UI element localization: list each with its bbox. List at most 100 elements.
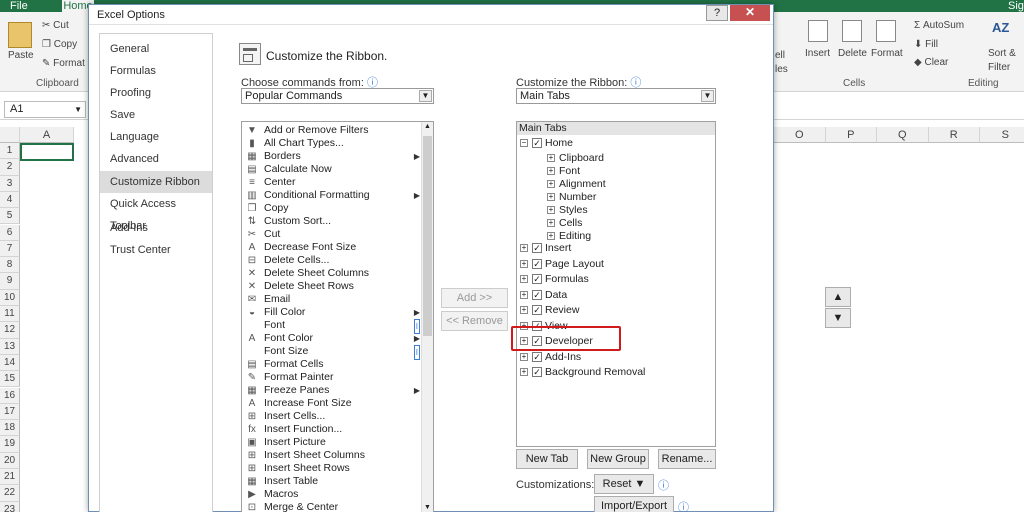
commands-list[interactable]: ▼ Add or Remove Filters ▮ All Chart Types..… bbox=[241, 121, 434, 512]
select-all-corner[interactable] bbox=[0, 127, 20, 143]
tree-item-add-ins[interactable]: + ✓ Add-Ins bbox=[520, 350, 581, 366]
new-group-button[interactable]: New Group bbox=[587, 449, 649, 469]
tree-item-background-removal[interactable]: + ✓ Background Removal bbox=[520, 365, 645, 381]
tree-item-formulas[interactable]: + ✓ Formulas bbox=[520, 272, 589, 288]
command-item[interactable]: ▼ Add or Remove Filters bbox=[244, 124, 422, 137]
row-header-21[interactable]: 21 bbox=[0, 469, 20, 486]
sign-in-link[interactable]: Sig bbox=[1008, 0, 1024, 12]
autosum-button[interactable]: Σ AutoSum bbox=[914, 20, 964, 31]
row-header-20[interactable]: 20 bbox=[0, 452, 20, 469]
name-box[interactable]: A1 ▼ bbox=[4, 101, 86, 118]
tab-checkbox[interactable]: ✓ bbox=[532, 259, 542, 270]
row-header-17[interactable]: 17 bbox=[0, 403, 20, 421]
tab-checkbox[interactable]: ✓ bbox=[532, 243, 542, 254]
row-header-13[interactable]: 13 bbox=[0, 338, 20, 355]
import-export-button[interactable]: Import/Export ▼ bbox=[594, 496, 674, 512]
tab-checkbox[interactable]: ✓ bbox=[532, 352, 542, 363]
command-item[interactable]: ◒ Fill Color ▶ bbox=[244, 306, 422, 319]
remove-button[interactable]: << Remove bbox=[441, 311, 508, 331]
command-item[interactable]: ✉ Email bbox=[244, 293, 422, 306]
column-header-r[interactable]: R bbox=[928, 127, 980, 143]
expand-icon[interactable]: + bbox=[520, 275, 528, 284]
row-header-16[interactable]: 16 bbox=[0, 387, 20, 404]
command-item[interactable]: ▶ Macros bbox=[244, 488, 422, 501]
command-item[interactable]: ❐ Copy bbox=[244, 202, 422, 215]
expand-icon[interactable]: + bbox=[547, 219, 555, 228]
row-header-23[interactable]: 23 bbox=[0, 501, 20, 512]
nav-item-trust-center[interactable]: Trust Center bbox=[100, 239, 212, 261]
command-item[interactable]: fx Insert Function... bbox=[244, 423, 422, 436]
collapse-icon[interactable]: − bbox=[520, 139, 528, 148]
insert-cells-icon[interactable] bbox=[808, 20, 828, 42]
nav-item-general[interactable]: General bbox=[100, 38, 212, 60]
tab-checkbox[interactable]: ✓ bbox=[532, 305, 542, 316]
add-button[interactable]: Add >> bbox=[441, 288, 508, 308]
customize-ribbon-dropdown[interactable]: Main Tabs ▼ bbox=[516, 88, 716, 104]
new-tab-button[interactable]: New Tab bbox=[516, 449, 578, 469]
column-header-o[interactable]: O bbox=[774, 127, 826, 143]
row-header-11[interactable]: 11 bbox=[0, 306, 20, 323]
row-header-15[interactable]: 15 bbox=[0, 371, 20, 388]
row-header-19[interactable]: 19 bbox=[0, 436, 20, 453]
command-item[interactable]: ▤ Format Cells bbox=[244, 358, 422, 371]
rename-button[interactable]: Rename... bbox=[658, 449, 716, 469]
command-item[interactable]: ✕ Delete Sheet Rows bbox=[244, 280, 422, 293]
format-button[interactable]: Format bbox=[871, 48, 903, 59]
reset-button[interactable]: Reset ▼ bbox=[594, 474, 654, 494]
cut-button[interactable]: ✂ Cut bbox=[42, 20, 69, 31]
tree-item-home[interactable]: − ✓ Home bbox=[520, 136, 573, 152]
filter-label[interactable]: Filter bbox=[988, 62, 1010, 73]
row-header-1[interactable]: 1 bbox=[0, 143, 20, 160]
paste-icon[interactable] bbox=[8, 22, 32, 48]
clear-button[interactable]: ◆ Clear bbox=[914, 57, 948, 68]
cell-styles-partial-2[interactable]: les bbox=[775, 64, 788, 75]
help-button[interactable]: ? bbox=[706, 5, 728, 21]
sort-az-icon[interactable]: AZ bbox=[992, 20, 1012, 42]
expand-icon[interactable]: + bbox=[520, 368, 528, 377]
command-item[interactable]: ≡ Center bbox=[244, 176, 422, 189]
commands-scrollbar[interactable]: ▲ ▼ bbox=[421, 122, 433, 512]
nav-item-customize-ribbon[interactable]: Customize Ribbon bbox=[100, 171, 212, 193]
nav-item-language[interactable]: Language bbox=[100, 126, 212, 148]
nav-item-advanced[interactable]: Advanced bbox=[100, 148, 212, 170]
tree-item-review[interactable]: + ✓ Review bbox=[520, 303, 579, 319]
expand-icon[interactable]: + bbox=[520, 244, 528, 253]
nav-item-proofing[interactable]: Proofing bbox=[100, 82, 212, 104]
row-header-5[interactable]: 5 bbox=[0, 208, 20, 225]
column-header-q[interactable]: Q bbox=[877, 127, 929, 143]
format-cells-icon[interactable] bbox=[876, 20, 896, 42]
command-item[interactable]: ✎ Format Painter bbox=[244, 371, 422, 384]
row-header-7[interactable]: 7 bbox=[0, 240, 20, 258]
command-item[interactable]: A Font Color ▶ bbox=[244, 332, 422, 345]
nav-item-save[interactable]: Save bbox=[100, 104, 212, 126]
delete-button[interactable]: Delete bbox=[838, 48, 867, 59]
tree-item-page-layout[interactable]: + ✓ Page Layout bbox=[520, 257, 604, 273]
command-item[interactable]: ✕ Delete Sheet Columns bbox=[244, 267, 422, 280]
move-down-button[interactable]: ▼ bbox=[825, 308, 851, 328]
nav-item-quick-access-toolbar[interactable]: Quick Access Toolbar bbox=[100, 193, 212, 232]
expand-icon[interactable]: + bbox=[520, 291, 528, 300]
command-item[interactable]: ⊡ Merge & Center bbox=[244, 501, 422, 512]
tree-item-insert[interactable]: + ✓ Insert bbox=[520, 241, 571, 257]
command-item[interactable]: ▦ Insert Table bbox=[244, 475, 422, 488]
tree-item-data[interactable]: + ✓ Data bbox=[520, 288, 567, 304]
row-header-4[interactable]: 4 bbox=[0, 191, 20, 209]
sort-filter-button[interactable]: Sort & bbox=[988, 48, 1016, 59]
row-header-9[interactable]: 9 bbox=[0, 273, 20, 290]
row-header-8[interactable]: 8 bbox=[0, 257, 20, 274]
command-item[interactable]: ▥ Conditional Formatting ▶ bbox=[244, 189, 422, 202]
row-header-18[interactable]: 18 bbox=[0, 420, 20, 437]
expand-icon[interactable]: + bbox=[520, 260, 528, 269]
cell-styles-partial[interactable]: ell bbox=[775, 50, 785, 61]
expand-icon[interactable]: + bbox=[547, 193, 555, 202]
row-header-10[interactable]: 10 bbox=[0, 289, 20, 306]
expand-icon[interactable]: + bbox=[547, 167, 555, 176]
command-item[interactable]: ⇅ Custom Sort... bbox=[244, 215, 422, 228]
expand-icon[interactable]: + bbox=[547, 180, 555, 189]
column-header-s[interactable]: S bbox=[980, 127, 1024, 143]
tab-checkbox[interactable]: ✓ bbox=[532, 367, 542, 378]
format-painter-button[interactable]: ✎ Format bbox=[42, 58, 85, 69]
delete-cells-icon[interactable] bbox=[842, 20, 862, 42]
command-item[interactable]: A Increase Font Size bbox=[244, 397, 422, 410]
command-item[interactable]: Font I bbox=[244, 319, 422, 334]
